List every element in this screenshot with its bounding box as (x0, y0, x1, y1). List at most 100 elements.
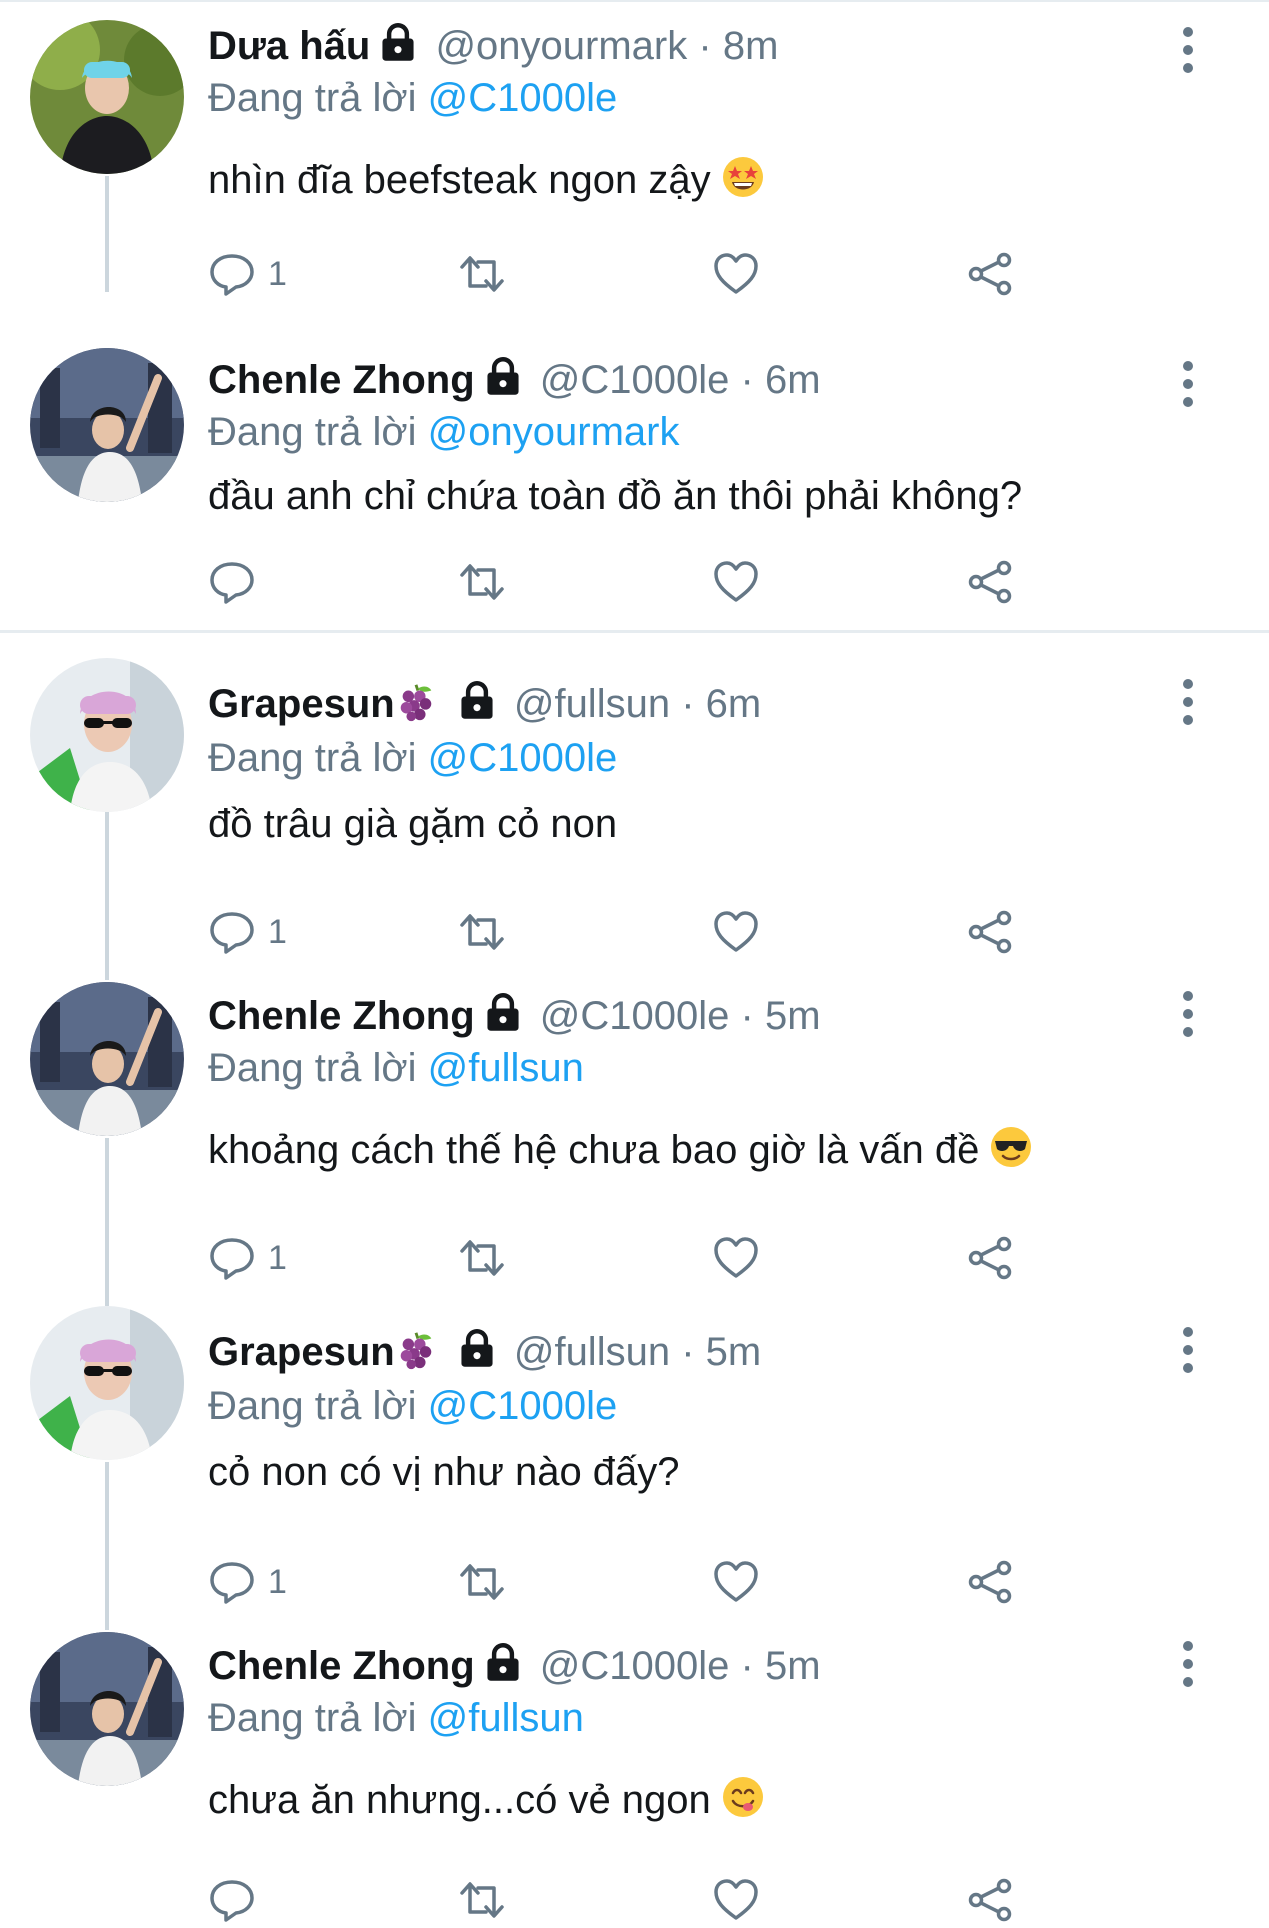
mention-link[interactable]: @onyourmark (428, 410, 680, 454)
lock-icon (483, 1643, 523, 1683)
heart-icon (712, 1558, 760, 1606)
replying-to: Đang trả lời @fullsun (208, 1692, 1209, 1744)
reply-icon (208, 1558, 256, 1606)
tweet-text: chưa ăn nhưng...có vẻ ngon (208, 1774, 1209, 1826)
tweet-text: đầu anh chỉ chứa toàn đồ ăn thôi phải kh… (208, 470, 1209, 522)
user-handle[interactable]: @fullsun (514, 682, 670, 726)
timestamp[interactable]: 6m (706, 682, 762, 726)
timestamp[interactable]: 8m (723, 24, 779, 68)
tweet-text: nhìn đĩa beefsteak ngon zậy (208, 154, 1209, 206)
more-options-icon[interactable] (1168, 1320, 1208, 1380)
more-options-icon[interactable] (1168, 20, 1208, 80)
share-button[interactable] (966, 1554, 1014, 1610)
replying-to: Đang trả lời @C1000le (208, 72, 1209, 124)
like-button[interactable] (712, 1230, 760, 1286)
mention-link[interactable]: @fullsun (428, 1696, 584, 1740)
mention-link[interactable]: @C1000le (428, 1384, 618, 1428)
replying-prefix: Đang trả lời (208, 1046, 417, 1090)
replying-prefix: Đang trả lời (208, 410, 417, 454)
heart-icon (712, 1234, 760, 1282)
tweet-header: Grapesun @fullsun · 6m (208, 678, 1209, 730)
reply-count: 1 (268, 254, 287, 293)
avatar[interactable] (30, 658, 184, 812)
reply-button[interactable]: 1 (208, 1230, 287, 1286)
share-icon (966, 1876, 1014, 1924)
grapes-emoji (395, 681, 437, 723)
retweet-button[interactable] (458, 1230, 506, 1286)
heart-icon (712, 908, 760, 956)
mention-link[interactable]: @C1000le (428, 76, 618, 120)
replying-to: Đang trả lời @onyourmark (208, 406, 1209, 458)
share-icon (966, 1558, 1014, 1606)
retweet-button[interactable] (458, 904, 506, 960)
replying-to: Đang trả lời @fullsun (208, 1042, 1209, 1094)
more-options-icon[interactable] (1168, 672, 1208, 732)
user-handle[interactable]: @C1000le (540, 1644, 730, 1688)
display-name[interactable]: Grapesun (208, 682, 395, 726)
mention-link[interactable]: @C1000le (428, 736, 618, 780)
share-button[interactable] (966, 246, 1014, 302)
share-icon (966, 250, 1014, 298)
more-options-icon[interactable] (1168, 354, 1208, 414)
share-button[interactable] (966, 554, 1014, 610)
heart-icon (712, 250, 760, 298)
more-options-icon[interactable] (1168, 984, 1208, 1044)
star-struck-emoji (721, 155, 765, 199)
tweet-actions: 1 (208, 904, 1028, 960)
mention-link[interactable]: @fullsun (428, 1046, 584, 1090)
reply-icon (208, 558, 256, 606)
tweet-header: Dưa hấu @onyourmark · 8m (208, 20, 1209, 72)
display-name[interactable]: Chenle Zhong (208, 358, 475, 402)
avatar[interactable] (30, 1632, 184, 1786)
like-button[interactable] (712, 246, 760, 302)
like-button[interactable] (712, 554, 760, 610)
reply-button[interactable]: 1 (208, 904, 287, 960)
retweet-button[interactable] (458, 1554, 506, 1610)
avatar[interactable] (30, 348, 184, 502)
tweet-actions (208, 554, 1028, 610)
reply-button[interactable]: 1 (208, 1554, 287, 1610)
tweet-text-content: khoảng cách thế hệ chưa bao giờ là vấn đ… (208, 1128, 980, 1172)
more-options-icon[interactable] (1168, 1634, 1208, 1694)
avatar[interactable] (30, 982, 184, 1136)
share-icon (966, 908, 1014, 956)
tweet-header: Chenle Zhong @C1000le · 5m (208, 1640, 1209, 1692)
timestamp[interactable]: 5m (765, 994, 821, 1038)
user-handle[interactable]: @C1000le (540, 994, 730, 1038)
tweet-text: khoảng cách thế hệ chưa bao giờ là vấn đ… (208, 1124, 1209, 1176)
reply-button[interactable]: 1 (208, 246, 287, 302)
tweet-actions: 1 (208, 1554, 1028, 1610)
reply-icon (208, 250, 256, 298)
like-button[interactable] (712, 904, 760, 960)
share-button[interactable] (966, 904, 1014, 960)
reply-button[interactable] (208, 554, 268, 610)
user-handle[interactable]: @onyourmark (435, 24, 687, 68)
retweet-icon (458, 908, 506, 956)
share-button[interactable] (966, 1230, 1014, 1286)
retweet-button[interactable] (458, 554, 506, 610)
reply-icon (208, 1234, 256, 1282)
display-name[interactable]: Chenle Zhong (208, 994, 475, 1038)
display-name[interactable]: Dưa hấu (208, 24, 370, 68)
retweet-button[interactable] (458, 246, 506, 302)
lock-icon (457, 1329, 497, 1369)
like-button[interactable] (712, 1554, 760, 1610)
thread-connector (105, 812, 109, 980)
display-name[interactable]: Grapesun (208, 1330, 395, 1374)
avatar[interactable] (30, 1306, 184, 1460)
timestamp[interactable]: 6m (765, 358, 821, 402)
tweet-actions: 1 (208, 1230, 1028, 1286)
avatar[interactable] (30, 20, 184, 174)
timestamp[interactable]: 5m (765, 1644, 821, 1688)
heart-icon (712, 1876, 760, 1924)
timestamp[interactable]: 5m (706, 1330, 762, 1374)
separator-dot: · (698, 24, 712, 68)
user-handle[interactable]: @C1000le (540, 358, 730, 402)
grapes-emoji (395, 1329, 437, 1371)
separator-dot: · (740, 1644, 754, 1688)
section-divider (0, 630, 1269, 633)
sunglasses-emoji (989, 1125, 1033, 1169)
display-name[interactable]: Chenle Zhong (208, 1644, 475, 1688)
user-handle[interactable]: @fullsun (514, 1330, 670, 1374)
tweet-text-content: chưa ăn nhưng...có vẻ ngon (208, 1778, 711, 1822)
